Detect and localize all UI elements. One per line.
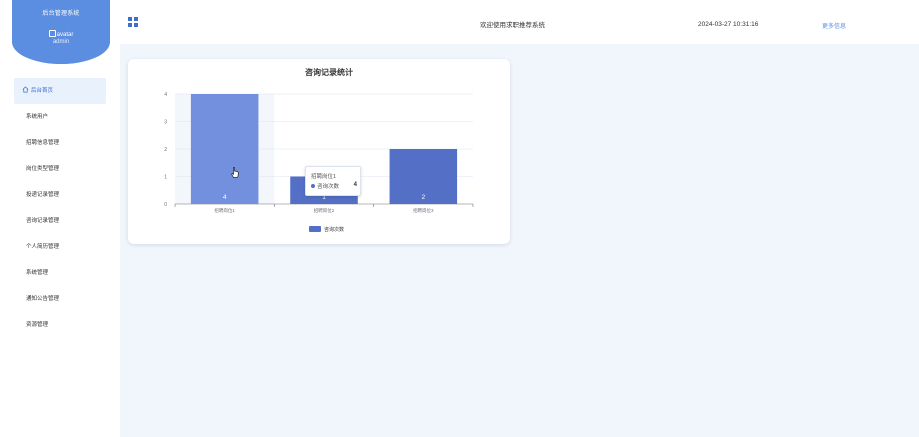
avatar[interactable]: avatar (12, 30, 110, 38)
sidebar-item[interactable]: 系统用户 (0, 104, 120, 130)
sidebar-item[interactable]: 咨询记录管理 (0, 208, 120, 234)
main-content: 咨询记录统计 0 1 2 3 4 4 招聘岗位1 1 招聘岗位2 2 招聘岗位3 咨询次数 招聘岗位1 … (120, 44, 919, 437)
x-tick-label: 招聘岗位3 (413, 207, 434, 214)
avatar-alt-text: avatar (56, 32, 74, 38)
home-icon (22, 86, 29, 93)
legend-swatch (309, 226, 321, 232)
username: admin (52, 39, 70, 45)
legend-label: 咨询次数 (324, 226, 344, 233)
sidebar-item[interactable]: 系统管理 (0, 260, 120, 286)
chart-tooltip: 招聘岗位1 咨询次数 4 (305, 166, 361, 196)
y-tick-label: 0 (164, 202, 167, 208)
chart-title: 咨询记录统计 (305, 67, 353, 77)
more-info-link[interactable]: 更多信息 (822, 21, 846, 30)
tooltip-row: 咨询次数 4 (311, 182, 357, 190)
sidebar-item-label: 通知公告管理 (26, 296, 60, 302)
y-tick-label: 3 (164, 120, 167, 126)
top-header: 欢迎使用求职推荐系统 2024-03-27 10:31:16 更多信息 (120, 0, 919, 44)
broken-image-icon (48, 30, 56, 37)
sidebar-item-label: 招聘信息管理 (26, 140, 60, 146)
x-tick-label: 招聘岗位1 (214, 207, 235, 214)
brand-title: 后台管理系统 (42, 11, 80, 17)
welcome-text: 欢迎使用求职推荐系统 (480, 22, 545, 29)
bar-data-label: 4 (223, 194, 227, 201)
chart-card: 咨询记录统计 0 1 2 3 4 4 招聘岗位1 1 招聘岗位2 2 招聘岗位3 咨询次数 招聘岗位1 … (128, 59, 510, 244)
sidebar-item-label: 系统用户 (26, 114, 49, 120)
sidebar-item-label: 岗位类型管理 (26, 166, 60, 172)
sidebar-item-label: 投递记录管理 (26, 192, 60, 198)
consult-bar-chart: 咨询记录统计012344招聘岗位11招聘岗位22招聘岗位3咨询次数 (164, 67, 474, 233)
sidebar-menu: 后台首页系统用户招聘信息管理 岗位类型管理 投递记录管理 咨询记录管理 个人简历管理 系统… (0, 78, 120, 338)
bar-data-label: 2 (422, 194, 426, 201)
hand-pointer-icon (231, 167, 239, 178)
menu-grid-icon[interactable] (128, 17, 138, 27)
sidebar-item[interactable]: 后台首页 (14, 78, 106, 104)
sidebar: 后台管理系统 avatar admin 后台首页系统用户招聘信息管理 岗位类型管理… (0, 0, 120, 437)
bar (190, 94, 259, 204)
sidebar-item[interactable]: 招聘信息管理 (0, 130, 120, 156)
sidebar-item-label: 资源管理 (26, 322, 49, 328)
y-tick-label: 4 (164, 92, 167, 98)
tooltip-value: 4 (353, 182, 357, 188)
sidebar-item[interactable]: 个人简历管理 (0, 234, 120, 260)
brand-header: 后台管理系统 avatar admin (12, 0, 110, 64)
y-tick-label: 2 (164, 147, 167, 153)
y-tick-label: 1 (164, 175, 167, 181)
sidebar-item-label: 后台首页 (31, 88, 54, 94)
series-dot-icon (311, 184, 315, 188)
datetime: 2024-03-27 10:31:16 (698, 21, 759, 28)
tooltip-series-name: 咨询次数 (317, 184, 340, 190)
sidebar-item-label: 个人简历管理 (26, 244, 60, 250)
sidebar-item-label: 系统管理 (26, 270, 49, 276)
tooltip-title: 招聘岗位1 (311, 174, 337, 180)
sidebar-item[interactable]: 投递记录管理 (0, 182, 120, 208)
x-tick-label: 招聘岗位2 (314, 207, 335, 214)
sidebar-item[interactable]: 岗位类型管理 (0, 156, 120, 182)
sidebar-item-label: 咨询记录管理 (26, 218, 60, 224)
sidebar-item[interactable]: 资源管理 (0, 312, 120, 338)
sidebar-item[interactable]: 通知公告管理 (0, 286, 120, 312)
